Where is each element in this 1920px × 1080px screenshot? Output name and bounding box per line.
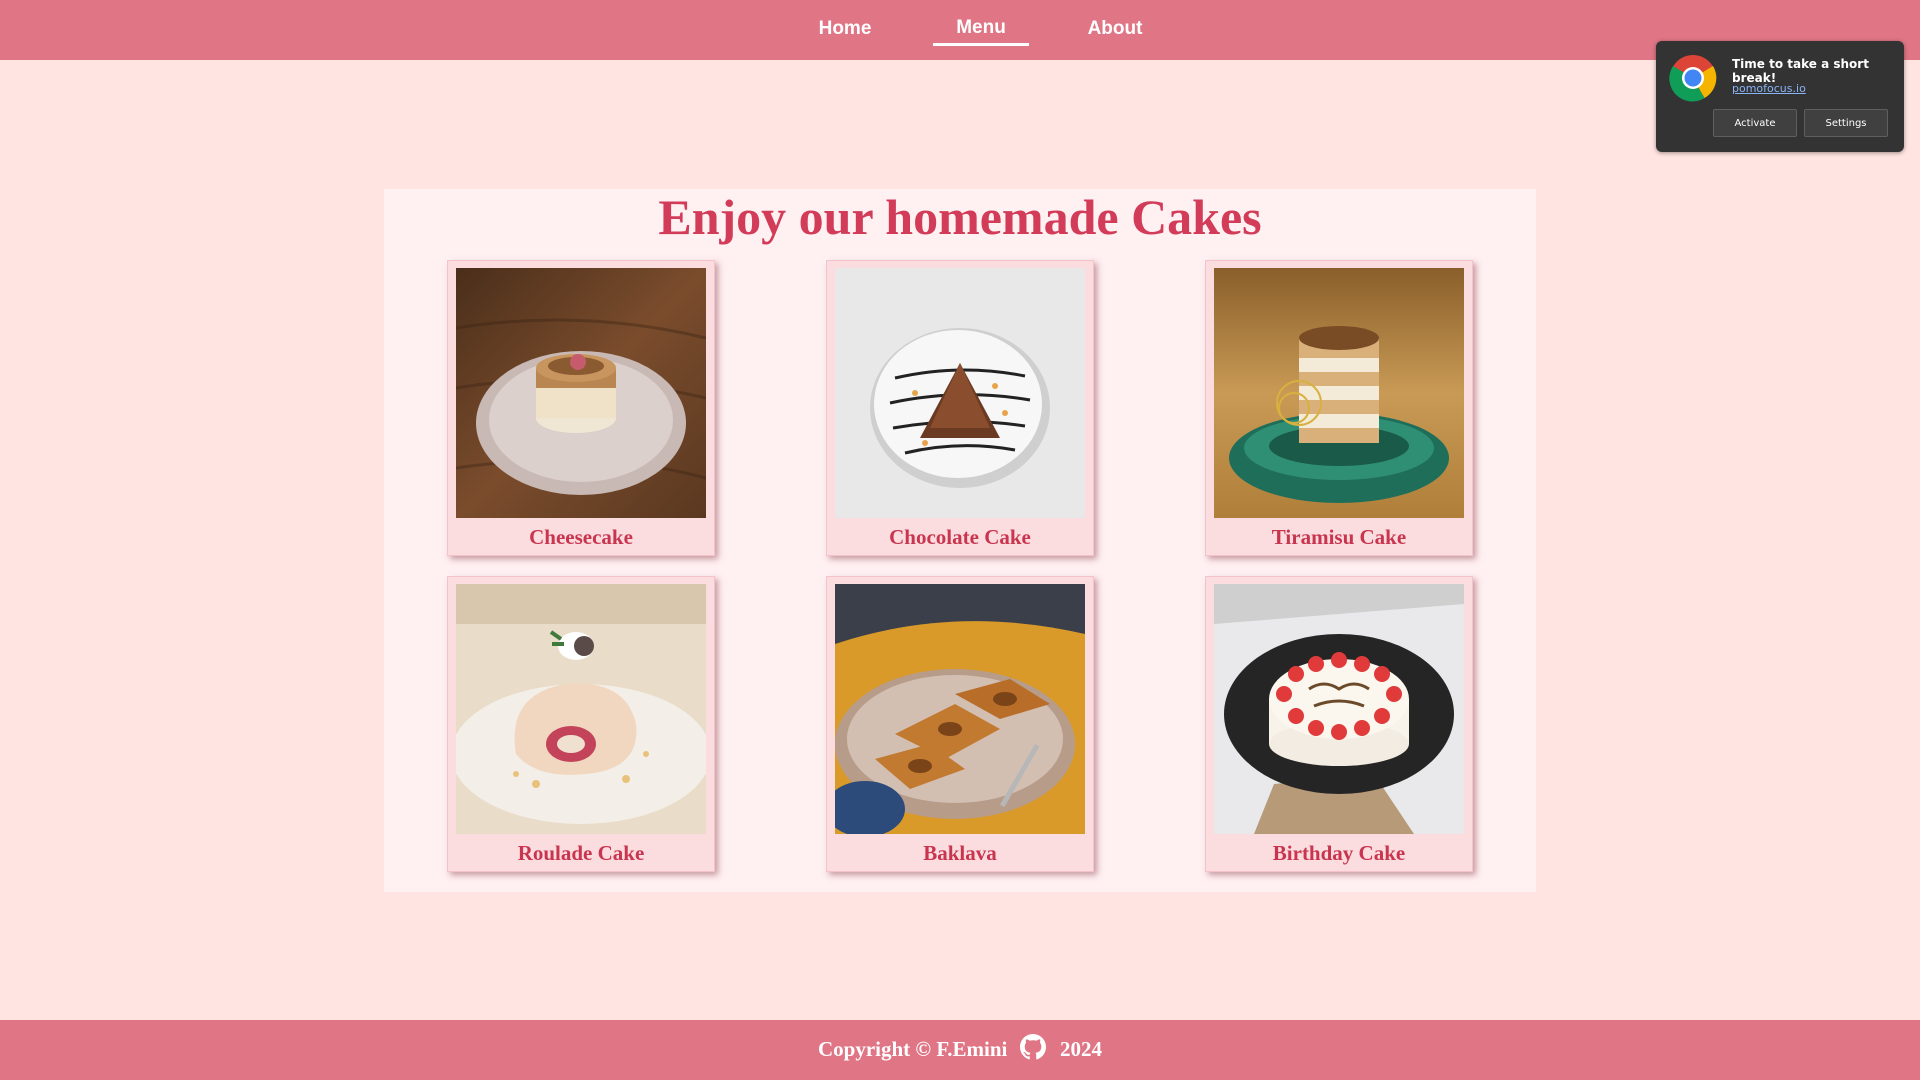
activate-button[interactable]: Activate (1713, 109, 1797, 137)
cake-card-tiramisu[interactable]: Tiramisu Cake (1205, 260, 1473, 556)
cake-card-birthday[interactable]: Birthday Cake (1205, 576, 1473, 872)
cake-name: Cheesecake (529, 525, 633, 549)
footer-year: 2024 (1060, 1037, 1102, 1061)
tiramisu-cake-image (1214, 268, 1464, 518)
cake-card-baklava[interactable]: Baklava (826, 576, 1094, 872)
notification-link[interactable]: pomofocus.io (1732, 82, 1806, 95)
nav-link-about[interactable]: About (1070, 0, 1160, 60)
chrome-icon (1669, 55, 1717, 102)
roulade-cake-image (456, 584, 706, 834)
notification-title: Time to take a short break! (1732, 57, 1869, 85)
birthday-cake-image (1214, 584, 1464, 834)
chocolate-cake-image (835, 268, 1085, 518)
footer: Copyright © F.Emini 2024 (0, 1020, 1920, 1080)
page-title: Enjoy our homemade Cakes (658, 189, 1262, 245)
cake-name: Roulade Cake (517, 841, 645, 865)
cake-card-roulade[interactable]: Roulade Cake (447, 576, 715, 872)
chrome-notification: Time to take a short break! pomofocus.io… (1656, 41, 1904, 152)
cake-name: Chocolate Cake (889, 525, 1031, 549)
cheesecake-image (456, 268, 706, 518)
nav-link-home[interactable]: Home (800, 0, 890, 60)
cake-name: Tiramisu Cake (1271, 525, 1407, 549)
cake-card-cheesecake[interactable]: Cheesecake (447, 260, 715, 556)
cake-card-chocolate[interactable]: Chocolate Cake (826, 260, 1094, 556)
settings-button[interactable]: Settings (1804, 109, 1888, 137)
cake-name: Birthday Cake (1272, 841, 1406, 865)
github-icon[interactable] (1020, 1034, 1046, 1060)
menu-panel: Enjoy our homemade Cakes Cheesecake Choc… (384, 189, 1536, 892)
baklava-image (835, 584, 1085, 834)
top-navbar: Home Menu About (0, 0, 1920, 60)
nav-link-menu[interactable]: Menu (933, 0, 1029, 60)
cake-name: Baklava (923, 841, 997, 865)
footer-copyright: Copyright © F.Emini (818, 1037, 1008, 1061)
nav-active-underline (933, 43, 1029, 46)
